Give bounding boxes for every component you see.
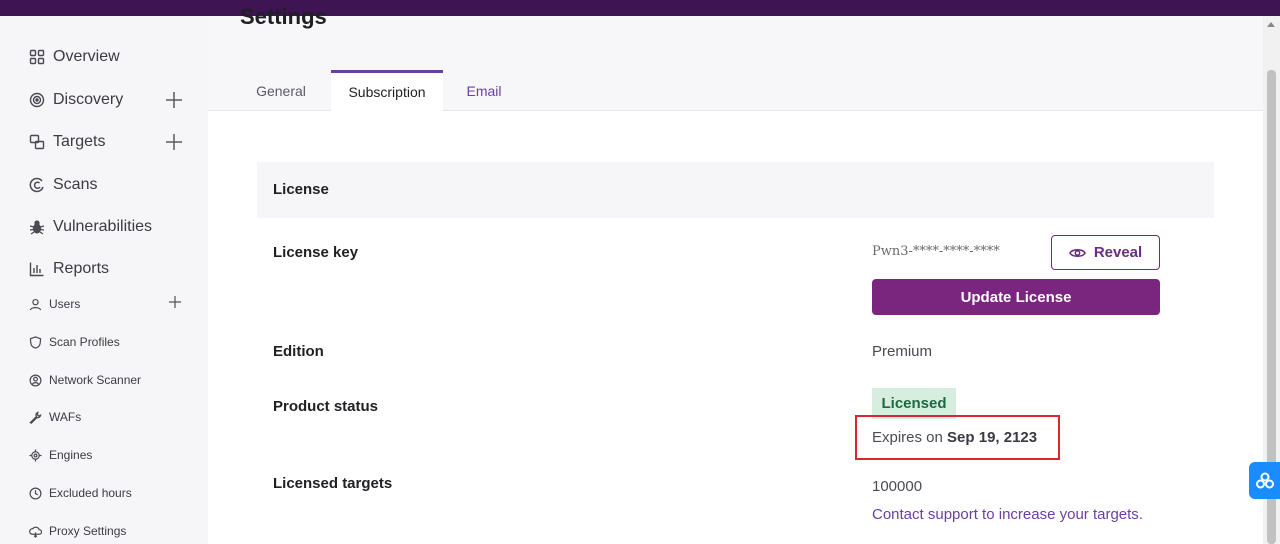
shield-icon [28, 335, 42, 349]
eye-icon [1068, 248, 1086, 257]
license-key-label: License key [273, 244, 359, 261]
grid-icon [28, 48, 46, 66]
sidebar-item-scan-profiles[interactable]: Scan Profiles [28, 333, 120, 351]
update-license-button[interactable]: Update License [872, 279, 1160, 315]
sidebar-item-excluded-hours[interactable]: Excluded hours [28, 484, 132, 502]
page-header: Settings General Subscription Email [208, 4, 1263, 111]
tab-email[interactable]: Email [454, 70, 514, 111]
assistant-icon [1255, 472, 1274, 488]
edition-label: Edition [273, 343, 324, 360]
sidebar-item-targets[interactable]: Targets [28, 130, 105, 154]
reveal-button-label: Reveal [1093, 244, 1143, 261]
sidebar-item-label: Targets [53, 133, 106, 150]
expiry-highlight-box [855, 415, 1060, 460]
sidebar-item-vulnerabilities[interactable]: Vulnerabilities [28, 215, 152, 239]
sidebar-item-label: WAFs [49, 410, 82, 424]
reveal-button[interactable]: Reveal [1051, 235, 1160, 270]
sidebar-item-users[interactable]: Users [28, 295, 80, 313]
scans-icon [28, 176, 46, 194]
user-icon [28, 297, 42, 311]
targets-add-icon[interactable] [164, 132, 184, 152]
sidebar-item-label: Scan Profiles [49, 335, 120, 349]
sidebar-item-label: Vulnerabilities [53, 218, 153, 235]
tab-general[interactable]: General [240, 70, 322, 111]
floating-assistant-button[interactable] [1249, 462, 1280, 499]
licensed-targets-value: 100000 [872, 478, 923, 495]
bug-icon [28, 218, 46, 236]
wrench-icon [28, 410, 42, 424]
top-bar [0, 0, 1280, 16]
sidebar-item-wafs[interactable]: WAFs [28, 408, 81, 426]
sidebar-item-network-scanner[interactable]: Network Scanner [28, 371, 141, 389]
sidebar-item-label: Engines [49, 448, 93, 462]
sidebar-item-label: Scans [53, 176, 98, 193]
sidebar-item-label: Proxy Settings [49, 524, 127, 538]
sidebar-item-overview[interactable]: Overview [28, 45, 120, 69]
discovery-add-icon[interactable] [164, 90, 184, 110]
edition-value: Premium [872, 343, 933, 360]
engine-icon [28, 448, 42, 462]
product-status-label: Product status [273, 398, 379, 415]
sidebar-item-label: Discovery [53, 91, 124, 108]
scroll-up-arrow-icon[interactable] [1267, 22, 1275, 27]
sidebar-item-discovery[interactable]: Discovery [28, 88, 123, 112]
network-scanner-icon [28, 373, 42, 387]
contact-support-link[interactable]: Contact support to increase your targets… [872, 506, 1143, 523]
target-rings-icon [28, 91, 46, 109]
targets-icon [28, 133, 46, 151]
proxy-icon [28, 524, 42, 538]
sidebar-item-label: Reports [53, 260, 110, 277]
bar-chart-icon [28, 260, 46, 278]
licensed-targets-label: Licensed targets [273, 475, 393, 492]
clock-icon [28, 486, 42, 500]
sidebar-item-proxy-settings[interactable]: Proxy Settings [28, 522, 126, 540]
users-add-icon[interactable] [167, 294, 183, 310]
sidebar-item-reports[interactable]: Reports [28, 257, 109, 281]
license-section-title: License [273, 181, 329, 198]
sidebar-item-label: Network Scanner [49, 373, 142, 387]
sidebar-item-label: Overview [53, 48, 120, 65]
tab-subscription[interactable]: Subscription [331, 70, 443, 111]
license-key-value: Pwn3-****-****-**** [872, 244, 1000, 259]
license-section-header: License [257, 162, 1214, 218]
sidebar-item-label: Users [49, 297, 81, 311]
sidebar-item-scans[interactable]: Scans [28, 173, 97, 197]
sidebar-item-label: Excluded hours [49, 486, 132, 500]
page-title: Settings [240, 4, 327, 29]
sidebar-item-engines[interactable]: Engines [28, 446, 92, 464]
